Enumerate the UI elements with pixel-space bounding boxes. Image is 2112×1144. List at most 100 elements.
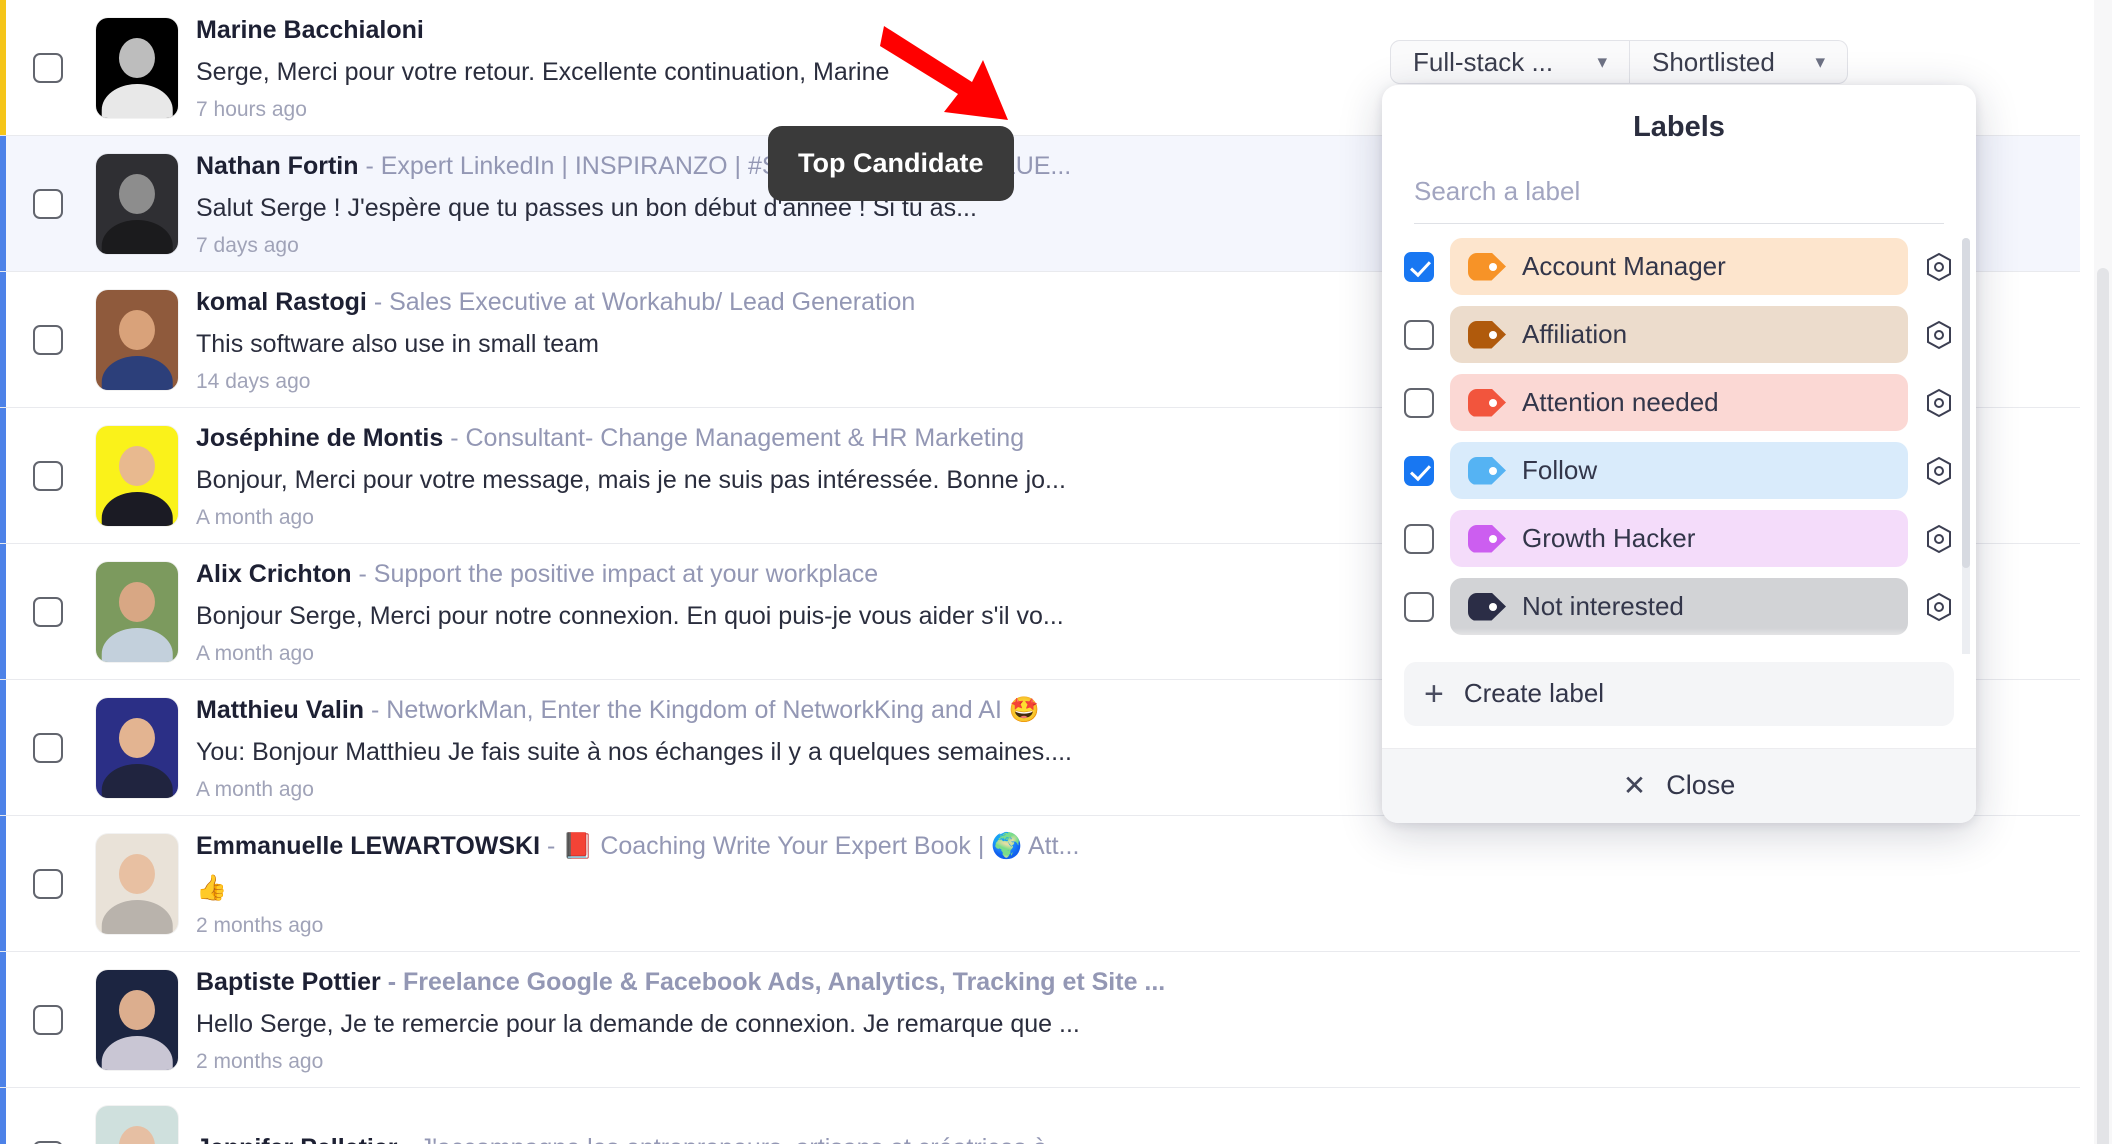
row-checkbox-cell — [0, 52, 96, 83]
avatar — [96, 833, 178, 934]
label-checkbox[interactable] — [1404, 251, 1434, 282]
status-filter-label: Shortlisted — [1652, 46, 1775, 77]
row-checkbox[interactable] — [33, 596, 63, 627]
create-label-wrapper: + Create label — [1382, 654, 1976, 748]
label-row[interactable]: Follow — [1404, 442, 1954, 499]
gear-icon[interactable] — [1924, 455, 1954, 487]
avatar — [96, 17, 178, 118]
label-name: Attention needed — [1522, 387, 1719, 417]
close-button[interactable]: ✕ Close — [1382, 747, 1976, 823]
row-checkbox[interactable] — [33, 460, 63, 491]
contact-name: komal Rastogi — [196, 287, 367, 316]
job-filter-label: Full-stack ... — [1413, 46, 1554, 77]
label-name: Not interested — [1522, 591, 1684, 621]
label-name: Growth Hacker — [1522, 523, 1696, 553]
labels-popover: Labels Account Manager Affiliation Attenti… — [1382, 85, 1976, 823]
gear-icon[interactable] — [1924, 251, 1954, 283]
row-accent-bar — [0, 952, 6, 1087]
label-checkbox[interactable] — [1404, 523, 1434, 554]
row-checkbox-cell — [0, 596, 96, 627]
row-checkbox[interactable] — [33, 868, 63, 899]
inbox-scrollbar[interactable] — [2094, 0, 2112, 1144]
row-accent-bar — [0, 408, 6, 543]
conversation-header-line: Jennifer Pelletier - J'accompagne les en… — [196, 1131, 1762, 1144]
conversation-body: Baptiste Pottier - Freelance Google & Fa… — [178, 965, 1780, 1075]
row-checkbox[interactable] — [33, 1004, 63, 1035]
label-row[interactable]: Affiliation — [1404, 306, 1954, 363]
conversation-body: Jennifer Pelletier - J'accompagne les en… — [178, 1131, 1780, 1144]
plus-icon: + — [1424, 674, 1444, 713]
conversation-row[interactable]: Jennifer Pelletier - J'accompagne les en… — [0, 1088, 2080, 1144]
contact-headline: - J'accompagne les entrepreneurs, artisa… — [397, 1134, 1074, 1144]
conversation-row[interactable]: Baptiste Pottier - Freelance Google & Fa… — [0, 952, 2080, 1088]
gear-icon[interactable] — [1924, 319, 1954, 351]
message-snippet: 👍 — [196, 873, 228, 902]
label-row[interactable]: Growth Hacker — [1404, 510, 1954, 567]
label-search-wrapper — [1382, 150, 1976, 224]
label-tag-icon — [1468, 320, 1506, 349]
labels-scrollbar[interactable] — [1962, 238, 1970, 654]
row-checkbox-cell — [0, 732, 96, 763]
label-checkbox[interactable] — [1404, 387, 1434, 418]
row-checkbox[interactable] — [33, 732, 63, 763]
label-checkbox[interactable] — [1404, 591, 1434, 622]
label-tag-icon — [1468, 524, 1506, 553]
label-row[interactable]: Account Manager — [1404, 238, 1954, 295]
filter-bar: Full-stack ... ▾ Shortlisted ▾ — [1390, 40, 1848, 84]
inbox-scrollbar-thumb[interactable] — [2097, 268, 2109, 1144]
label-row[interactable]: Not interested — [1404, 578, 1954, 635]
conversation-header-line: Baptiste Pottier - Freelance Google & Fa… — [196, 965, 1762, 999]
label-pill[interactable]: Growth Hacker — [1450, 510, 1908, 567]
label-pill[interactable]: Not interested — [1450, 578, 1908, 635]
row-checkbox-cell — [0, 868, 96, 899]
create-label-text: Create label — [1463, 678, 1605, 709]
row-checkbox-cell — [0, 1004, 96, 1035]
label-name: Affiliation — [1522, 319, 1628, 349]
row-accent-bar — [0, 544, 6, 679]
avatar — [96, 969, 178, 1070]
label-row[interactable]: Prospection #LinkedIn — [1404, 646, 1954, 654]
avatar — [96, 561, 178, 662]
contact-name: Marine Bacchialoni — [196, 15, 424, 44]
contact-name: Jennifer Pelletier — [196, 1134, 397, 1144]
labels-list: Account Manager Affiliation Attention need… — [1382, 224, 1976, 654]
avatar — [96, 153, 178, 254]
tooltip-top-candidate: Top Candidate — [768, 126, 1014, 201]
contact-name: Emmanuelle LEWARTOWSKI — [196, 831, 541, 860]
row-checkbox[interactable] — [33, 188, 63, 219]
label-pill[interactable]: Affiliation — [1450, 306, 1908, 363]
contact-name: Nathan Fortin — [196, 151, 359, 180]
label-pill[interactable]: Prospection #LinkedIn — [1450, 646, 1908, 654]
avatar — [96, 697, 178, 798]
row-accent-bar — [0, 816, 6, 951]
label-checkbox[interactable] — [1404, 455, 1434, 486]
gear-icon[interactable] — [1924, 523, 1954, 555]
row-checkbox-cell — [0, 188, 96, 219]
labels-scrollbar-thumb[interactable] — [1962, 238, 1970, 568]
status-filter-dropdown[interactable]: Shortlisted ▾ — [1630, 40, 1848, 84]
row-accent-bar — [0, 272, 6, 407]
label-name: Follow — [1522, 455, 1598, 485]
label-row[interactable]: Attention needed — [1404, 374, 1954, 431]
gear-icon[interactable] — [1924, 591, 1954, 623]
close-icon: ✕ — [1622, 770, 1647, 802]
gear-icon[interactable] — [1924, 387, 1954, 419]
conversation-row[interactable]: Emmanuelle LEWARTOWSKI - 📕 Coaching Writ… — [0, 816, 2080, 952]
row-checkbox[interactable] — [33, 324, 63, 355]
label-checkbox[interactable] — [1404, 319, 1434, 350]
avatar — [96, 289, 178, 390]
row-tags — [1780, 816, 2080, 951]
create-label-button[interactable]: + Create label — [1404, 661, 1954, 726]
chevron-down-icon: ▾ — [1815, 51, 1825, 73]
job-filter-dropdown[interactable]: Full-stack ... ▾ — [1390, 40, 1630, 84]
label-pill[interactable]: Attention needed — [1450, 374, 1908, 431]
label-pill[interactable]: Account Manager — [1450, 238, 1908, 295]
row-checkbox[interactable] — [33, 1140, 63, 1144]
label-pill[interactable]: Follow — [1450, 442, 1908, 499]
row-accent-bar — [0, 0, 6, 135]
contact-headline: - Freelance Google & Facebook Ads, Analy… — [380, 967, 1166, 996]
contact-name: Matthieu Valin — [196, 695, 365, 724]
label-search-input[interactable] — [1414, 168, 1944, 224]
row-checkbox[interactable] — [33, 52, 63, 83]
avatar — [96, 425, 178, 526]
